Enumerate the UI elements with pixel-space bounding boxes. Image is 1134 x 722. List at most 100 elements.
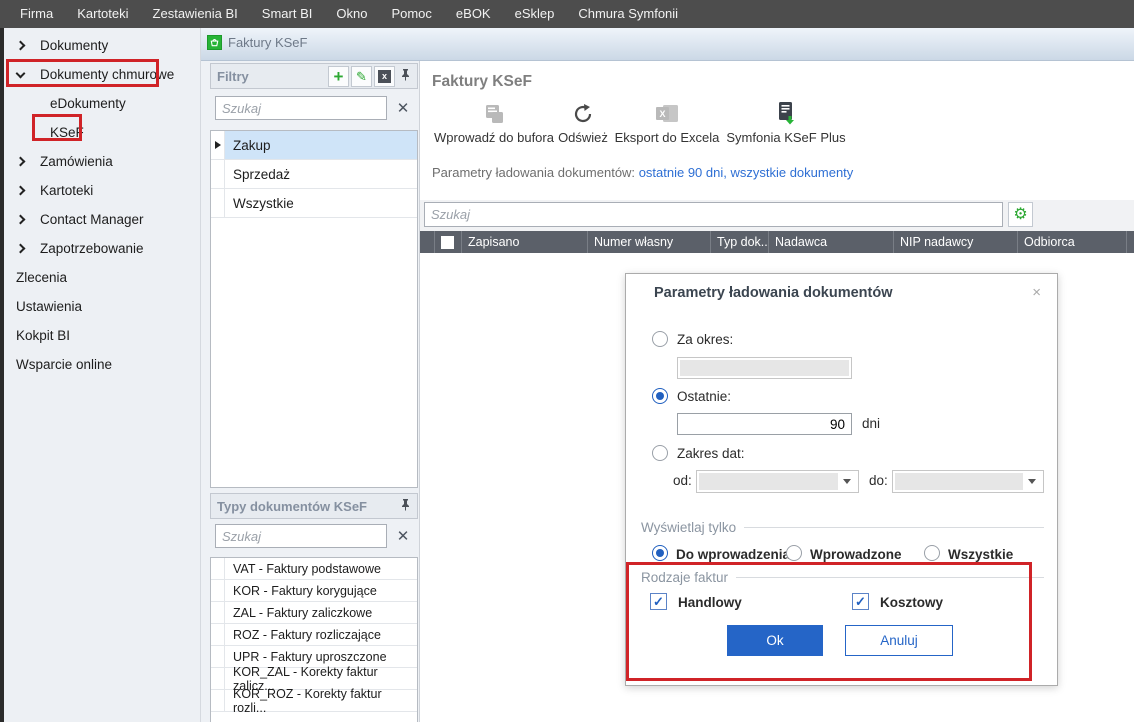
ok-button[interactable]: Ok — [727, 625, 823, 656]
menu-pomoc[interactable]: Pomoc — [379, 0, 443, 28]
chevron-down-icon — [16, 69, 26, 79]
sidebar-item-label: KSeF — [50, 125, 84, 140]
add-filter-button[interactable]: + — [328, 66, 349, 87]
table-header-zapisano[interactable]: Zapisano — [461, 231, 587, 253]
checkbox-handlowy[interactable] — [650, 593, 667, 610]
type-row[interactable]: KOR_ROZ - Korekty faktur rozli... — [211, 690, 417, 712]
sidebar-item-kokpit-bi[interactable]: Kokpit BI — [4, 321, 200, 350]
pin-icon[interactable] — [400, 68, 411, 84]
radio-do-wprowadzenia-label: Do wprowadzenia — [676, 547, 790, 562]
pin-icon[interactable] — [400, 498, 411, 514]
params-label: Parametry ładowania dokumentów: — [432, 165, 635, 180]
type-row[interactable]: ZAL - Faktury zaliczkowe — [211, 602, 417, 624]
od-label: od: — [673, 473, 692, 488]
refresh-icon — [572, 99, 594, 125]
menu-esklep[interactable]: eSklep — [503, 0, 567, 28]
eksport-do-excela-button[interactable]: X Eksport do Excela — [607, 99, 727, 145]
sidebar-item-label: Zapotrzebowanie — [40, 241, 144, 256]
toolbar-label: Odśwież — [558, 130, 608, 145]
table-header-nadawca[interactable]: Nadawca — [768, 231, 893, 253]
group-label: Rodzaje faktur — [641, 570, 728, 585]
chevron-right-icon — [16, 215, 26, 225]
radio-wprowadzone[interactable] — [786, 545, 802, 561]
menu-firma[interactable]: Firma — [8, 0, 65, 28]
table-header-typ-dok[interactable]: Typ dok... — [710, 231, 768, 253]
delete-icon: x — [378, 70, 391, 83]
table-settings-button[interactable]: ⚙ — [1008, 202, 1033, 227]
table-header-gutter — [420, 231, 434, 253]
ostatnie-dni-input[interactable] — [677, 413, 852, 435]
type-row[interactable]: KOR - Faktury korygujące — [211, 580, 417, 602]
delete-filter-button[interactable]: x — [374, 66, 395, 87]
symfonia-ksef-plus-button[interactable]: Symfonia KSeF Plus — [711, 99, 861, 145]
types-search-row: ✕ — [215, 524, 415, 548]
radio-ostatnie[interactable] — [652, 388, 668, 404]
radio-ostatnie-label: Ostatnie: — [677, 389, 731, 404]
chevron-right-icon — [16, 41, 26, 51]
radio-do-wprowadzenia[interactable] — [652, 545, 668, 561]
menu-okno[interactable]: Okno — [324, 0, 379, 28]
do-date-dropdown[interactable] — [892, 470, 1044, 493]
sidebar-item-ustawienia[interactable]: Ustawienia — [4, 292, 200, 321]
filters-panel-title: Filtry — [217, 69, 326, 84]
row-selector-gutter — [211, 160, 225, 188]
table-search-input[interactable] — [424, 202, 1003, 227]
checkbox-kosztowy[interactable] — [852, 593, 869, 610]
table-header-numer-wlasny[interactable]: Numer własny — [587, 231, 710, 253]
sidebar-item-label: Zlecenia — [16, 270, 67, 285]
sidebar-item-zamowienia[interactable]: Zamówienia — [4, 147, 200, 176]
types-panel-header: Typy dokumentów KSeF — [210, 493, 418, 519]
sidebar-item-zapotrzebowanie[interactable]: Zapotrzebowanie — [4, 234, 200, 263]
radio-zakres-dat[interactable] — [652, 445, 668, 461]
ksef-plus-icon — [776, 99, 796, 125]
menu-zestawienia-bi[interactable]: Zestawienia BI — [141, 0, 250, 28]
filters-search-input[interactable] — [215, 96, 387, 120]
close-icon[interactable]: × — [1032, 284, 1041, 301]
row-selector-gutter — [211, 558, 225, 579]
anuluj-button[interactable]: Anuluj — [845, 625, 953, 656]
row-selector-gutter — [211, 131, 225, 159]
types-search-input[interactable] — [215, 524, 387, 548]
select-all-checkbox[interactable] — [441, 236, 454, 249]
sidebar-item-edokumenty[interactable]: eDokumenty — [4, 89, 200, 118]
table-header-checkbox-cell[interactable] — [434, 231, 461, 253]
table-header-odbiorca[interactable]: Odbiorca — [1017, 231, 1126, 253]
sidebar-item-wsparcie-online[interactable]: Wsparcie online — [4, 350, 200, 379]
table-header-next[interactable]: N — [1126, 231, 1134, 253]
sidebar-item-label: Kartoteki — [40, 183, 93, 198]
edit-filter-button[interactable]: ✎ — [351, 66, 372, 87]
sidebar-item-ksef[interactable]: KSeF — [4, 118, 200, 147]
radio-za-okres-label: Za okres: — [677, 332, 733, 347]
row-selector-gutter — [211, 602, 225, 623]
type-row[interactable]: VAT - Faktury podstawowe — [211, 558, 417, 580]
sidebar-item-dokumenty-chmurowe[interactable]: Dokumenty chmurowe — [4, 60, 200, 89]
type-row[interactable]: ROZ - Faktury rozliczające — [211, 624, 417, 646]
radio-za-okres[interactable] — [652, 331, 668, 347]
table-header-nip-nadawcy[interactable]: NIP nadawcy — [893, 231, 1017, 253]
filter-row-zakup[interactable]: Zakup — [211, 131, 417, 160]
sidebar-item-dokumenty[interactable]: Dokumenty — [4, 31, 200, 60]
menu-ebok[interactable]: eBOK — [444, 0, 503, 28]
type-label: KOR - Faktury korygujące — [225, 580, 417, 601]
clear-search-icon[interactable]: ✕ — [391, 96, 415, 120]
toolbar-label: Wprowadź do bufora — [434, 130, 554, 145]
menu-chmura-symfonii[interactable]: Chmura Symfonii — [566, 0, 690, 28]
filter-row-wszystkie[interactable]: Wszystkie — [211, 189, 417, 218]
sidebar-item-kartoteki[interactable]: Kartoteki — [4, 176, 200, 205]
wprowadz-do-bufora-button[interactable]: Wprowadź do bufora — [428, 99, 560, 145]
tab-faktury-ksef[interactable]: Faktury KSeF — [207, 35, 307, 50]
menu-smart-bi[interactable]: Smart BI — [250, 0, 325, 28]
filter-row-sprzedaz[interactable]: Sprzedaż — [211, 160, 417, 189]
tab-title: Faktury KSeF — [228, 35, 307, 50]
table-search-strip: ⚙ — [420, 200, 1134, 231]
clear-search-icon[interactable]: ✕ — [391, 524, 415, 548]
params-link[interactable]: ostatnie 90 dni, wszystkie dokumenty — [639, 165, 854, 180]
od-date-dropdown[interactable] — [696, 470, 859, 493]
menu-kartoteki[interactable]: Kartoteki — [65, 0, 140, 28]
sidebar-item-label: Contact Manager — [40, 212, 144, 227]
radio-wszystkie[interactable] — [924, 545, 940, 561]
radio-zakres-dat-label: Zakres dat: — [677, 446, 745, 461]
sidebar-item-contact-manager[interactable]: Contact Manager — [4, 205, 200, 234]
dropdown-arrow-icon — [843, 479, 851, 484]
sidebar-item-zlecenia[interactable]: Zlecenia — [4, 263, 200, 292]
